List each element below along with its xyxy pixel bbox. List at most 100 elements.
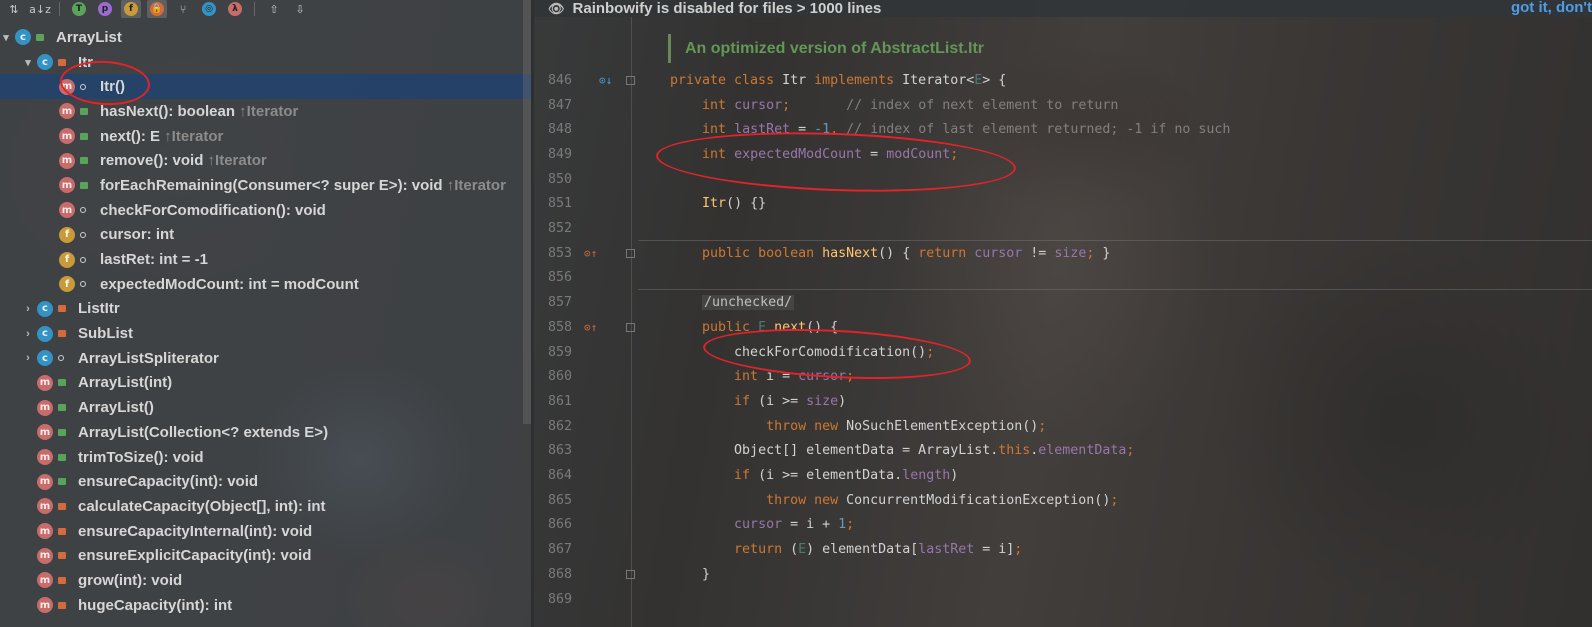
inherited-from-label: ↑Iterator (235, 102, 299, 120)
fold-marker-icon[interactable] (626, 248, 635, 258)
structure-item[interactable]: m hasNext(): boolean ↑Iterator (0, 99, 533, 124)
code-line[interactable]: 862 throw new NoSuchElementException(); (534, 414, 1592, 439)
structure-item[interactable]: m ensureExplicitCapacity(int): void (0, 543, 533, 568)
line-number: 865 (547, 492, 572, 508)
fold-marker-icon[interactable] (626, 570, 635, 579)
code-text: throw new ConcurrentModificationExceptio… (670, 493, 1118, 508)
structure-item[interactable]: › c ListItr (0, 297, 533, 322)
code-line[interactable]: 856 (534, 266, 1592, 291)
code-line[interactable]: 846 ⊙↓ private class Itr implements Iterat… (534, 68, 1592, 93)
structure-scrollbar[interactable] (523, 0, 531, 424)
code-line[interactable]: 847 int cursor; // index of next element… (534, 93, 1592, 118)
code-line[interactable]: 859 checkForComodification(); (534, 340, 1592, 365)
class-icon: c (15, 29, 31, 46)
package-private-icon (80, 281, 86, 288)
show-fields-icon[interactable]: f (121, 0, 141, 18)
line-number: 863 (547, 443, 572, 459)
structure-item[interactable]: m checkForComodification(): void (0, 198, 533, 223)
public-icon (80, 107, 88, 115)
structure-item[interactable]: m ensureCapacityInternal(int): void (0, 519, 533, 544)
code-line[interactable]: 857 /unchecked/ (534, 290, 1592, 315)
structure-item[interactable]: › c SubList (0, 321, 533, 346)
structure-item-label: ArrayList() (78, 399, 154, 417)
code-line[interactable]: 864 if (i >= elementData.length) (534, 463, 1592, 488)
code-token: size (1054, 245, 1087, 261)
public-icon (58, 428, 66, 436)
structure-item[interactable]: ▾ c ArrayList (0, 25, 533, 50)
fold-marker-icon[interactable] (626, 323, 635, 332)
code-editor[interactable]: 👁 Rainbowify is disabled for files > 100… (534, 0, 1592, 627)
chevron-right-icon[interactable]: › (22, 303, 34, 315)
code-line[interactable]: 858 ⊙↑ public E next() { (534, 315, 1592, 340)
code-line[interactable]: 851 Itr() {} (534, 192, 1592, 217)
structure-item[interactable]: m next(): E ↑Iterator (0, 124, 533, 149)
code-token: hasNext (822, 245, 879, 261)
show-inherited-icon[interactable]: T (69, 0, 89, 18)
structure-item[interactable]: f cursor: int (0, 223, 533, 248)
show-properties-icon[interactable]: p (95, 0, 115, 18)
structure-item[interactable]: m calculateCapacity(Object[], int): int (0, 494, 533, 519)
line-number: 858 (547, 319, 572, 335)
line-number: 861 (547, 393, 572, 409)
field-icon: f (59, 251, 75, 268)
structure-item[interactable]: m ArrayList(int) (0, 371, 533, 396)
sort-by-visibility-icon[interactable]: ⇅ (4, 0, 24, 18)
code-line[interactable]: 868 } (534, 562, 1592, 587)
code-line[interactable]: 869 (534, 587, 1592, 612)
code-line[interactable]: 852 (534, 216, 1592, 241)
structure-item[interactable]: › c ArrayListSpliterator (0, 346, 533, 371)
got-it-link[interactable]: got it, don't (1511, 0, 1592, 16)
autoscroll-from-source-icon[interactable]: ⇩ (290, 0, 310, 18)
structure-item[interactable]: f expectedModCount: int = modCount (0, 272, 533, 297)
code-token: Object[] elementData = ArrayList. (734, 443, 999, 459)
structure-item[interactable]: m hugeCapacity(int): int (0, 593, 533, 618)
method-icon: m (59, 177, 75, 194)
line-number: 859 (547, 344, 572, 360)
code-line[interactable]: 853 ⊙↑ public boolean hasNext() { return … (534, 241, 1592, 266)
code-text: } (670, 567, 710, 582)
structure-item[interactable]: f lastRet: int = -1 (0, 247, 533, 272)
structure-item[interactable]: m remove(): void ↑Iterator (0, 148, 533, 173)
code-token: throw new (766, 492, 847, 508)
structure-item[interactable]: m ArrayList() (0, 395, 533, 420)
structure-item[interactable]: m ensureCapacity(int): void (0, 469, 533, 494)
code-line[interactable]: 861 if (i >= size) (534, 389, 1592, 414)
code-line[interactable]: 866 cursor = i + 1; (534, 513, 1592, 538)
structure-item[interactable]: m ArrayList(Collection<? extends E>) (0, 420, 533, 445)
implementing-icon[interactable]: ⊙↑ (584, 321, 597, 334)
show-lambda-icon[interactable]: λ (225, 0, 245, 18)
chevron-right-icon[interactable]: › (22, 352, 34, 364)
code-text: Itr() {} (670, 196, 766, 211)
show-lambdas-icon[interactable]: ⑂ (173, 0, 193, 18)
code-token: size (806, 393, 839, 409)
structure-item[interactable]: m trimToSize(): void (0, 445, 533, 470)
code-token: Itr (702, 196, 727, 212)
code-text: return (E) elementData[lastRet = i]; (670, 542, 1022, 557)
code-line[interactable]: 867 return (E) elementData[lastRet = i]; (534, 537, 1592, 562)
package-private-icon (80, 231, 86, 238)
implements-icon[interactable]: ⊙↓ (599, 74, 612, 87)
fold-marker-icon[interactable] (626, 76, 635, 85)
code-line[interactable]: 860 int i = cursor; (534, 364, 1592, 389)
code-token: cursor (974, 245, 1023, 261)
public-icon (80, 157, 88, 165)
autoscroll-to-source-icon[interactable]: ⇧ (264, 0, 284, 18)
code-token: ) elementData[ (806, 542, 919, 558)
implementing-icon[interactable]: ⊙↑ (584, 247, 597, 260)
chevron-down-icon[interactable]: ▾ (0, 31, 12, 44)
show-non-public-icon[interactable]: 🔒 (147, 0, 167, 18)
code-token: private class (670, 72, 783, 88)
code-line[interactable]: 865 throw new ConcurrentModificationExce… (534, 488, 1592, 513)
sort-alphabetically-icon[interactable]: a↓z (29, 0, 51, 18)
class-icon: c (37, 325, 53, 342)
structure-item[interactable]: m grow(int): void (0, 568, 533, 593)
code-line[interactable]: 863 Object[] elementData = ArrayList.thi… (534, 439, 1592, 464)
chevron-right-icon[interactable]: › (22, 328, 34, 340)
chevron-down-icon[interactable]: ▾ (22, 56, 34, 69)
structure-item[interactable]: m forEachRemaining(Consumer<? super E>): … (0, 173, 533, 198)
public-icon (58, 478, 66, 486)
show-anonymous-icon[interactable]: ◎ (199, 0, 219, 18)
